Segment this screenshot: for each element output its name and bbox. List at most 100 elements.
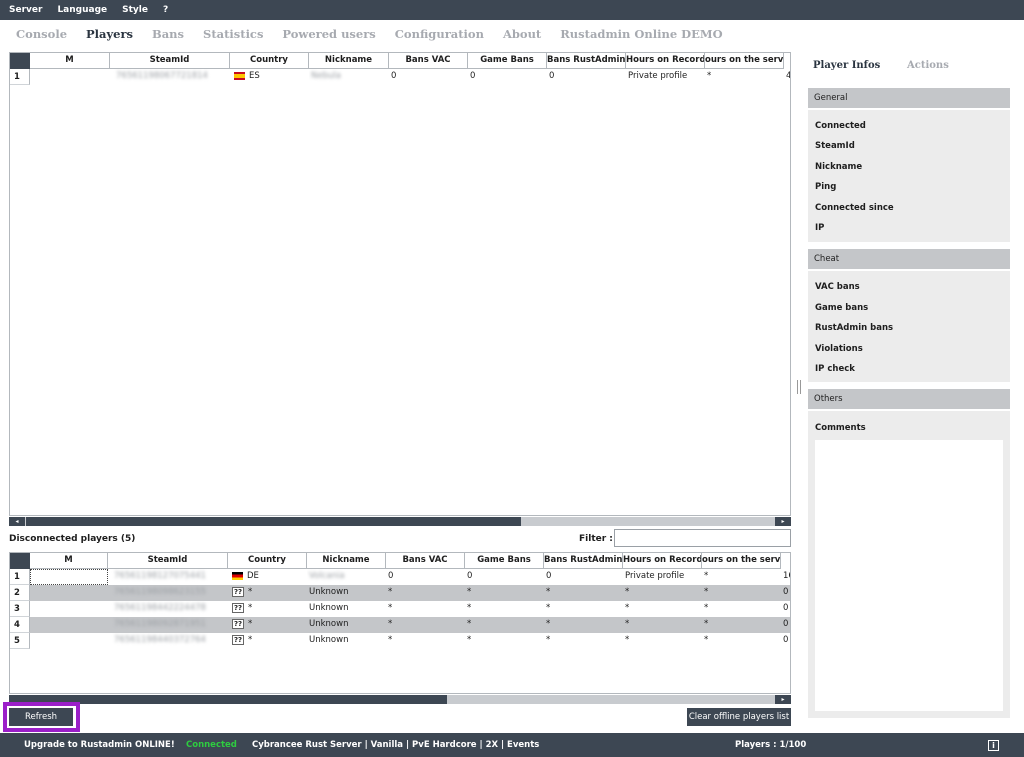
vac-cell[interactable]: *: [386, 633, 465, 649]
column-header[interactable]: Bans RustAdmin: [544, 553, 623, 569]
overflow-cell[interactable]: 16: [781, 569, 790, 585]
ra-cell[interactable]: *: [544, 585, 623, 601]
ra-cell[interactable]: 0: [547, 69, 626, 85]
nickname-cell[interactable]: Unknown: [307, 601, 386, 617]
tab-console[interactable]: Console: [16, 27, 67, 41]
overflow-cell[interactable]: 0: [781, 617, 788, 633]
tab-players[interactable]: Players: [86, 27, 133, 41]
menu-help[interactable]: ?: [163, 5, 168, 15]
hours-cell[interactable]: *: [623, 633, 702, 649]
overflow-cell[interactable]: 0: [781, 601, 788, 617]
menu-server[interactable]: Server: [9, 5, 42, 15]
tab-statistics[interactable]: Statistics: [203, 27, 263, 41]
online-players-table[interactable]: M SteamId Country Nickname Bans VAC Game Bans…: [9, 52, 791, 516]
column-header[interactable]: M: [30, 53, 110, 69]
tab-configuration[interactable]: Configuration: [395, 27, 484, 41]
ra-cell[interactable]: *: [544, 601, 623, 617]
column-header[interactable]: Nickname: [307, 553, 386, 569]
country-cell[interactable]: ?? *: [228, 617, 307, 633]
server-cell[interactable]: *: [702, 569, 781, 585]
column-header[interactable]: Bans RustAdmin: [547, 53, 626, 69]
disconnected-players-table[interactable]: M SteamId Country Nickname Bans VAC Game Bans…: [9, 552, 791, 694]
tab-player-infos[interactable]: Player Infos: [813, 60, 880, 71]
vac-cell[interactable]: *: [386, 601, 465, 617]
column-header[interactable]: Hours on Record: [626, 53, 705, 69]
menu-language[interactable]: Language: [57, 5, 107, 15]
overflow-cell[interactable]: 0: [781, 585, 788, 601]
column-header[interactable]: SteamId: [108, 553, 228, 569]
clear-offline-players-button[interactable]: Clear offline players list: [687, 708, 791, 726]
hours-cell[interactable]: *: [623, 601, 702, 617]
column-header[interactable]: Country: [228, 553, 307, 569]
panel-splitter-handle[interactable]: [797, 380, 801, 394]
others-section-header[interactable]: Others: [808, 389, 1010, 409]
tab-actions[interactable]: Actions: [907, 60, 949, 71]
country-cell[interactable]: DE: [228, 569, 307, 585]
country-cell[interactable]: ?? *: [228, 601, 307, 617]
vac-cell[interactable]: 0: [389, 69, 468, 85]
column-header[interactable]: ours on the serv: [702, 553, 781, 569]
server-cell[interactable]: *: [702, 601, 781, 617]
server-cell[interactable]: *: [705, 69, 784, 85]
game-cell[interactable]: *: [465, 633, 544, 649]
column-header[interactable]: Game Bans: [465, 553, 544, 569]
column-header[interactable]: Bans VAC: [386, 553, 465, 569]
upgrade-link[interactable]: Upgrade to Rustadmin ONLINE!: [24, 740, 175, 750]
overflow-cell[interactable]: 0: [781, 633, 788, 649]
row-number[interactable]: 1: [10, 69, 30, 85]
hours-cell[interactable]: *: [623, 617, 702, 633]
steamid-cell[interactable]: 76561198092871951: [108, 617, 228, 633]
scroll-left-button[interactable]: ◂: [9, 517, 25, 526]
hours-cell[interactable]: Private profile: [623, 569, 702, 585]
tab-online-demo[interactable]: Rustadmin Online DEMO: [560, 27, 722, 41]
steamid-cell[interactable]: 76561198442224478: [108, 601, 228, 617]
hours-cell[interactable]: *: [623, 585, 702, 601]
nickname-cell[interactable]: Nebula: [309, 69, 389, 85]
steamid-cell[interactable]: 76561198440372764: [108, 633, 228, 649]
row-number[interactable]: 3: [10, 601, 30, 617]
scrollbar-thumb[interactable]: [26, 517, 521, 526]
row-number[interactable]: 1: [10, 569, 30, 585]
filter-input[interactable]: [614, 529, 791, 547]
refresh-button[interactable]: Refresh: [9, 708, 73, 726]
game-cell[interactable]: *: [465, 585, 544, 601]
server-cell[interactable]: *: [702, 633, 781, 649]
disconnected-horizontal-scrollbar[interactable]: ▸: [9, 695, 791, 704]
server-cell[interactable]: *: [702, 585, 781, 601]
scroll-right-button[interactable]: ▸: [775, 517, 791, 526]
online-horizontal-scrollbar[interactable]: ◂ ▸: [9, 517, 791, 526]
ra-cell[interactable]: 0: [544, 569, 623, 585]
ra-cell[interactable]: *: [544, 617, 623, 633]
row-number[interactable]: 2: [10, 585, 30, 601]
column-header[interactable]: Hours on Record: [623, 553, 702, 569]
column-header[interactable]: Game Bans: [468, 53, 547, 69]
column-header[interactable]: SteamId: [110, 53, 230, 69]
game-cell[interactable]: *: [465, 617, 544, 633]
game-cell[interactable]: 0: [468, 69, 547, 85]
general-section-header[interactable]: General: [808, 88, 1010, 108]
overflow-cell[interactable]: 4: [784, 69, 790, 85]
steamid-cell[interactable]: 76561198067721814: [110, 69, 230, 85]
tab-powered-users[interactable]: Powered users: [282, 27, 375, 41]
vac-cell[interactable]: *: [386, 617, 465, 633]
nickname-cell[interactable]: Unknown: [307, 617, 386, 633]
game-cell[interactable]: *: [465, 601, 544, 617]
column-header[interactable]: Bans VAC: [389, 53, 468, 69]
column-header[interactable]: Country: [230, 53, 309, 69]
tab-bans[interactable]: Bans: [152, 27, 184, 41]
vac-cell[interactable]: 0: [386, 569, 465, 585]
row-number[interactable]: 4: [10, 617, 30, 633]
steamid-cell[interactable]: 76561198098623155: [108, 585, 228, 601]
country-cell[interactable]: ?? *: [228, 633, 307, 649]
nickname-cell[interactable]: Unknown: [307, 585, 386, 601]
steamid-cell[interactable]: 76561198127075441: [108, 569, 228, 585]
ra-cell[interactable]: *: [544, 633, 623, 649]
server-cell[interactable]: *: [702, 617, 781, 633]
nickname-cell[interactable]: Volcania: [307, 569, 386, 585]
country-cell[interactable]: ES: [230, 69, 309, 85]
vac-cell[interactable]: *: [386, 585, 465, 601]
row-number[interactable]: 5: [10, 633, 30, 649]
column-header[interactable]: M: [30, 553, 108, 569]
hours-cell[interactable]: Private profile: [626, 69, 705, 85]
nickname-cell[interactable]: Unknown: [307, 633, 386, 649]
